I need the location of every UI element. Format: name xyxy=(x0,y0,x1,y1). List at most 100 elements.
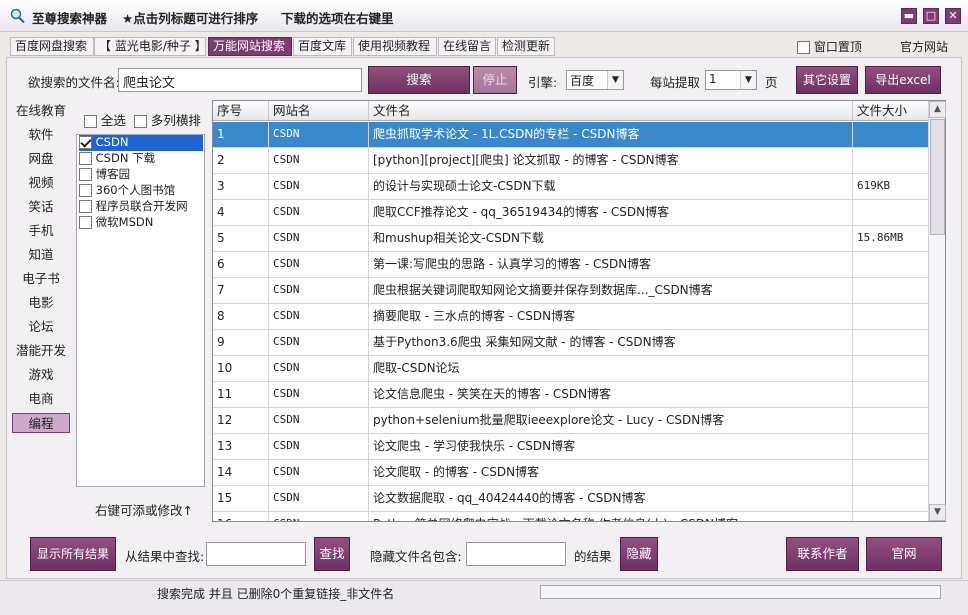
hide-filename-input[interactable] xyxy=(466,542,566,566)
restore-button[interactable]: □ xyxy=(923,8,939,24)
app-magnifier-icon xyxy=(10,8,25,24)
category-item[interactable]: 网盘 xyxy=(12,149,70,169)
header-site[interactable]: 网站名 xyxy=(269,101,369,121)
site-checkbox[interactable] xyxy=(79,216,92,229)
cell-size xyxy=(853,434,929,460)
multi-column-toggle[interactable]: 多列横排 xyxy=(134,110,201,129)
tab-baidu-pan[interactable]: 百度网盘搜索 xyxy=(10,37,94,56)
cell-site: CSDN xyxy=(269,356,369,382)
tab-video-tutorial[interactable]: 使用视频教程 xyxy=(353,37,437,56)
header-no[interactable]: 序号 xyxy=(213,101,269,121)
cell-no: 13 xyxy=(213,434,269,460)
official-site-button[interactable]: 官网 xyxy=(866,537,942,571)
site-name: 微软MSDN xyxy=(95,215,154,229)
other-settings-button[interactable]: 其它设置 xyxy=(796,66,858,94)
category-item[interactable]: 潜能开发 xyxy=(12,341,70,361)
table-row[interactable]: 16CSDNPython简单网络爬虫实战—下载论文名称,作者信息(上) - CS… xyxy=(213,512,929,521)
tab-bluray-movie[interactable]: 【 蓝光电影/种子 】 xyxy=(94,37,206,56)
status-text: 搜索完成 并且 已删除0个重复链接_非文件名 xyxy=(157,587,395,601)
cell-site: CSDN xyxy=(269,278,369,304)
cell-site: CSDN xyxy=(269,304,369,330)
site-checkbox[interactable] xyxy=(79,152,92,165)
category-item[interactable]: 在线教育 xyxy=(12,101,70,121)
category-item[interactable]: 电影 xyxy=(12,293,70,313)
table-row[interactable]: 9 CSDN 基于Python3.6爬虫 采集知网文献 - 的博客 - CSDN博客 xyxy=(213,330,929,356)
cell-no: 14 xyxy=(213,460,269,486)
category-item[interactable]: 电商 xyxy=(12,389,70,409)
table-row[interactable]: 15 CSDN 论文数据爬取 - qq_40424440的博客 - CSDN博客 xyxy=(213,486,929,512)
scroll-up-arrow-icon[interactable]: ▲ xyxy=(929,101,946,118)
site-checkbox[interactable] xyxy=(79,136,92,149)
header-filename[interactable]: 文件名 xyxy=(369,101,853,121)
table-row[interactable]: 2 CSDN [python][project][爬虫] 论文抓取 - 的博客 - … xyxy=(213,148,929,174)
app-title: 至尊搜索神器 xyxy=(32,11,108,26)
scroll-thumb[interactable] xyxy=(930,119,945,235)
table-row[interactable]: 6 CSDN 第一课:写爬虫的思路 - 认真学习的博客 - CSDN博客 xyxy=(213,252,929,278)
category-item[interactable]: 知道 xyxy=(12,245,70,265)
official-site-link[interactable]: 官方网站 xyxy=(900,38,948,55)
pin-checkbox[interactable] xyxy=(797,41,810,54)
tab-universal-site-search[interactable]: 万能网站搜索 xyxy=(208,37,292,56)
pin-window-toggle[interactable]: 窗口置顶 xyxy=(797,38,862,55)
scroll-down-arrow-icon[interactable]: ▼ xyxy=(929,504,946,521)
category-item[interactable]: 软件 xyxy=(12,125,70,145)
site-item[interactable]: 博客园 xyxy=(79,167,203,183)
table-row[interactable]: 14 CSDN 论文爬取 - 的博客 - CSDN博客 xyxy=(213,460,929,486)
table-row[interactable]: 7 CSDN 爬虫根据关键词爬取知网论文摘要并保存到数据库..._CSDN博客 xyxy=(213,278,929,304)
cell-name: 的设计与实现硕士论文-CSDN下载 xyxy=(369,174,853,200)
table-row[interactable]: 1 CSDN 爬虫抓取学术论文 - 1L.CSDN的专栏 - CSDN博客 xyxy=(213,122,929,148)
table-row[interactable]: 4 CSDN 爬取CCF推荐论文 - qq_36519434的博客 - CSDN博客 xyxy=(213,200,929,226)
show-all-results-button[interactable]: 显示所有结果 xyxy=(30,537,116,571)
site-item[interactable]: CSDN 下载 xyxy=(79,151,203,167)
site-item[interactable]: 360个人图书馆 xyxy=(79,183,203,199)
site-item[interactable]: 微软MSDN xyxy=(79,215,203,231)
category-item[interactable]: 视频 xyxy=(12,173,70,193)
site-checkbox[interactable] xyxy=(79,200,92,213)
chevron-down-icon: ▼ xyxy=(607,71,623,89)
category-item[interactable]: 电子书 xyxy=(12,269,70,289)
category-item[interactable]: 手机 xyxy=(12,221,70,241)
contact-author-button[interactable]: 联系作者 xyxy=(786,537,859,571)
cell-name: [python][project][爬虫] 论文抓取 - 的博客 - CSDN博… xyxy=(369,148,853,174)
category-item[interactable]: 论坛 xyxy=(12,317,70,337)
table-row[interactable]: 12 CSDN python+selenium批量爬取ieeexplore论文 - … xyxy=(213,408,929,434)
export-excel-button[interactable]: 导出excel xyxy=(865,66,941,94)
multi-column-checkbox[interactable] xyxy=(134,115,147,128)
site-item[interactable]: CSDN xyxy=(79,135,203,151)
results-table[interactable]: 序号 网站名 文件名 文件大小 1 CSDN 爬虫抓取学术论文 - 1L.CSDN的… xyxy=(212,100,946,522)
category-item[interactable]: 笑话 xyxy=(12,197,70,217)
table-row[interactable]: 11 CSDN 论文信息爬虫 - 笑笑在天的博客 - CSDN博客 xyxy=(213,382,929,408)
cell-name: 和mushup相关论文-CSDN下载 xyxy=(369,226,853,252)
engine-select[interactable]: 百度 ▼ xyxy=(566,70,624,90)
close-button[interactable]: ✕ xyxy=(945,8,961,24)
select-all-toggle[interactable]: 全选 xyxy=(84,110,126,129)
cell-name: 基于Python3.6爬虫 采集知网文献 - 的博客 - CSDN博客 xyxy=(369,330,853,356)
find-in-results-input[interactable] xyxy=(206,542,306,566)
stop-button[interactable]: 停止 xyxy=(473,66,517,94)
site-item[interactable]: 程序员联合开发网 xyxy=(79,199,203,215)
cell-no: 16 xyxy=(213,512,269,521)
vertical-scrollbar[interactable]: ▲ ▼ xyxy=(928,101,946,521)
filename-input[interactable]: 爬虫论文 xyxy=(118,68,362,92)
tab-online-message[interactable]: 在线留言 xyxy=(438,37,496,56)
tab-check-update[interactable]: 检测更新 xyxy=(497,37,555,56)
site-checkbox[interactable] xyxy=(79,184,92,197)
search-button[interactable]: 搜索 xyxy=(368,66,470,94)
table-row[interactable]: 3 CSDN 的设计与实现硕士论文-CSDN下载 619KB xyxy=(213,174,929,200)
site-list[interactable]: CSDN CSDN 下载 博客园 360个人图书馆 程序员联合开发网 微软MSD… xyxy=(76,134,205,487)
table-row[interactable]: 13 CSDN 论文爬虫 - 学习使我快乐 - CSDN博客 xyxy=(213,434,929,460)
pages-per-site-select[interactable]: 1 ▼ xyxy=(705,70,757,90)
table-row[interactable]: 8 CSDN 摘要爬取 - 三水点的博客 - CSDN博客 xyxy=(213,304,929,330)
table-row[interactable]: 10 CSDN 爬取-CSDN论坛 xyxy=(213,356,929,382)
tab-baidu-wenku[interactable]: 百度文库 xyxy=(293,37,352,56)
select-all-checkbox[interactable] xyxy=(84,115,97,128)
hide-button[interactable]: 隐藏 xyxy=(620,537,658,571)
table-row[interactable]: 5 CSDN 和mushup相关论文-CSDN下载 15.86MB xyxy=(213,226,929,252)
header-filesize[interactable]: 文件大小 xyxy=(853,101,929,121)
category-item-selected[interactable]: 编程 xyxy=(12,413,70,433)
site-checkbox[interactable] xyxy=(79,168,92,181)
minimize-button[interactable]: ▬ xyxy=(901,8,917,24)
site-name: CSDN 下载 xyxy=(95,151,156,165)
category-item[interactable]: 游戏 xyxy=(12,365,70,385)
find-button[interactable]: 查找 xyxy=(314,537,350,571)
